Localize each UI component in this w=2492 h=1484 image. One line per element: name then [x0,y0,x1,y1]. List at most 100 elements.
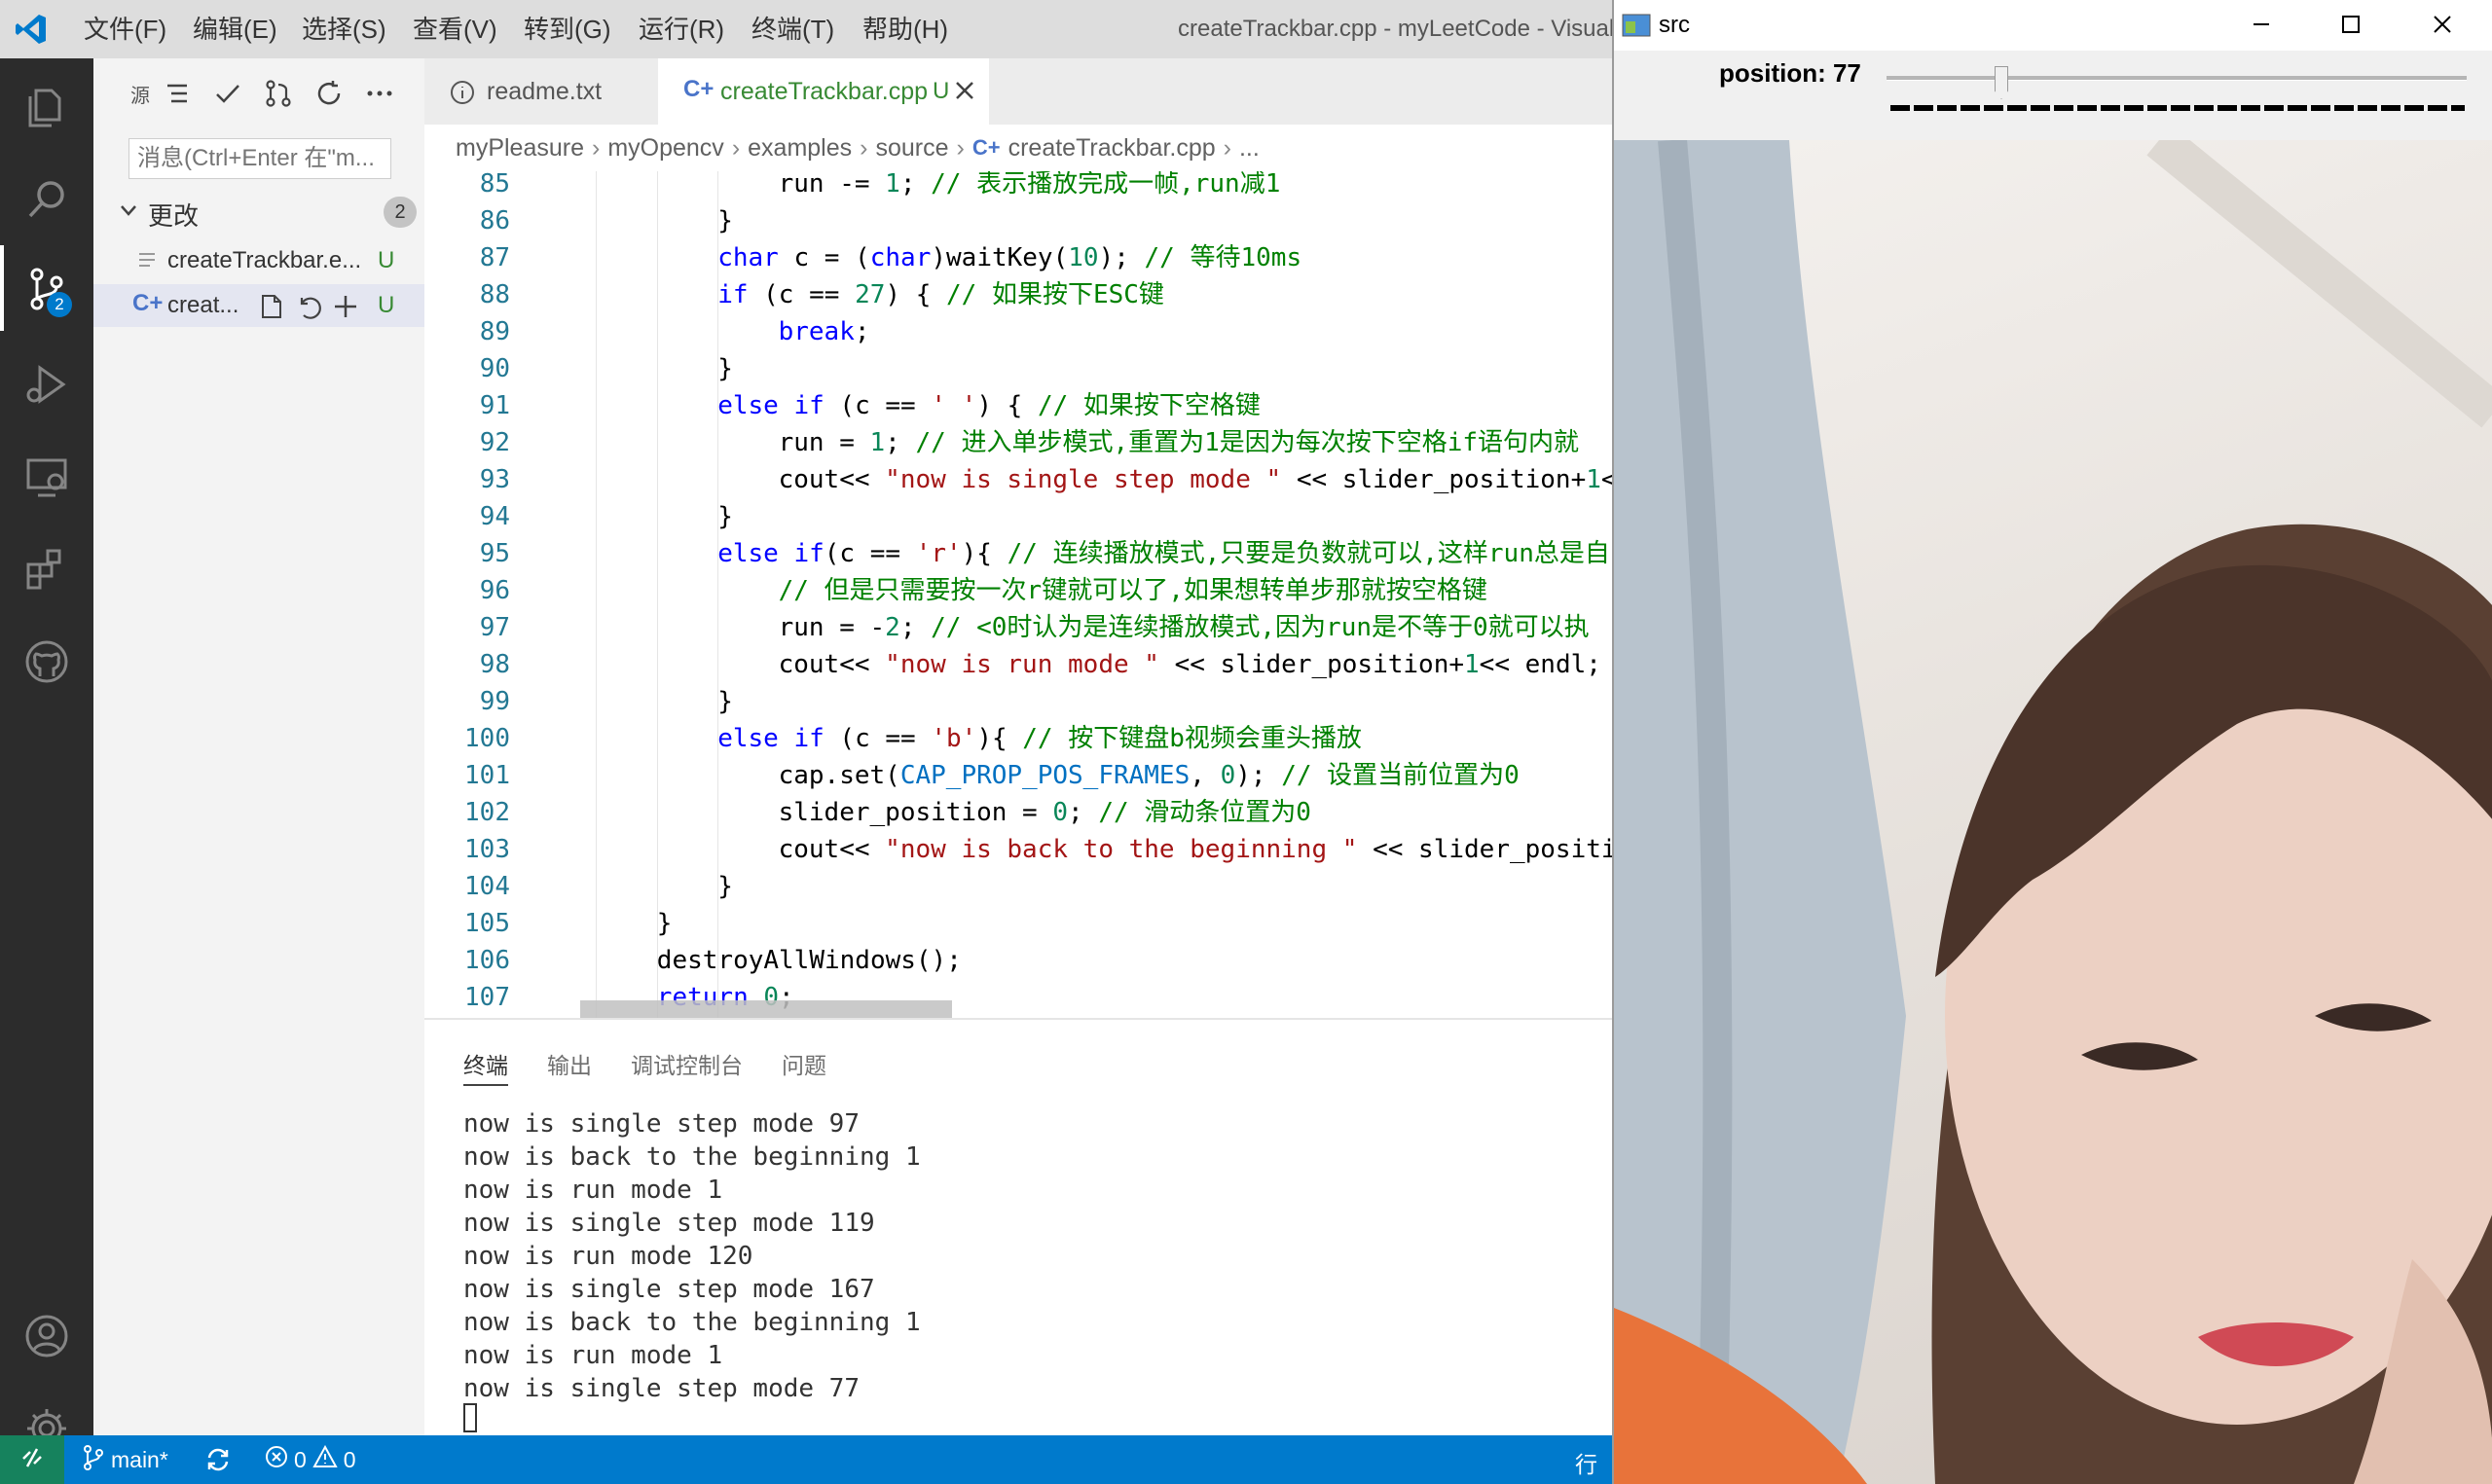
code-token: 'r' [915,539,962,568]
warning-count: 0 [343,1446,356,1472]
code-token: else if [717,391,825,420]
code-line[interactable]: 94} [424,498,1616,535]
code-line[interactable]: 106 destroyAllWindows(); [424,942,1616,979]
menu-item[interactable]: 文件(F) [84,0,166,58]
menu-item[interactable]: 终端(T) [751,0,834,58]
branch-status[interactable]: main* [82,1435,168,1484]
code-line[interactable]: 98 cout<< "now is run mode " << slider_po… [424,646,1616,683]
status-bar: main* 0 0 行 [0,1435,1616,1484]
discard-changes-icon[interactable] [294,292,323,326]
code-line[interactable]: 100 else if (c == 'b'){ // 按下键盘b视频会重头播放 [424,720,1616,757]
close-icon[interactable] [954,80,975,106]
code-line[interactable]: 93 cout<< "now is single step mode " << s… [424,461,1616,498]
code-line[interactable]: 95 else if(c == 'r'){ // 连续播放模式,只要是负数就可以,… [424,535,1616,572]
menu-item[interactable]: 查看(V) [413,0,497,58]
sync-icon[interactable] [204,1446,232,1478]
code-line[interactable]: 88 if (c == 27) { // 如果按下ESC键 [424,276,1616,313]
code-line[interactable]: 89 break; [424,313,1616,350]
code-token: cout<< [778,465,886,494]
changed-file-item[interactable]: createTrackbar.e... U [93,239,424,282]
line-number: 85 [479,171,510,199]
code-line[interactable]: 85 run -= 1; // 表示播放完成一帧,run减1 [424,171,1616,202]
terminal-line: now is run mode 1 [463,1341,723,1370]
commit-message-input[interactable] [128,138,391,179]
code-text: cap.set(CAP_PROP_POS_FRAMES, 0); // 设置当前… [779,757,1520,794]
breadcrumb-item[interactable]: examples [748,134,852,163]
breadcrumb-item[interactable]: source [875,134,948,163]
code-line[interactable]: 103 cout<< "now is back to the beginning … [424,831,1616,868]
accounts-icon[interactable] [0,1297,93,1375]
extensions-icon[interactable] [0,530,93,608]
code-token: // 等待10ms [1144,243,1302,272]
menu-item[interactable]: 帮助(H) [862,0,948,58]
panel-tab[interactable]: 调试控制台 [631,1047,743,1086]
menu-item[interactable]: 运行(R) [639,0,724,58]
code-line[interactable]: 87 char c = (char)waitKey(10); // 等待10ms [424,239,1616,276]
panel-tab[interactable]: 输出 [547,1047,592,1086]
code-token: if [717,280,749,309]
stage-changes-icon[interactable] [331,292,360,326]
tab-readme[interactable]: readme.txt [424,58,659,125]
code-line[interactable]: 104} [424,868,1616,905]
changed-file-item-selected[interactable]: C+ creat... U [93,284,424,327]
tab-createtrackbar[interactable]: C+ createTrackbar.cpp U [658,58,989,125]
code-token: 1 [869,428,886,457]
trackbar-slider[interactable] [1887,66,2467,115]
run-debug-icon[interactable] [0,345,93,423]
code-editor[interactable]: 85 run -= 1; // 表示播放完成一帧,run减1 86} 87 char c… [424,171,1616,1018]
more-actions-icon[interactable] [364,78,395,109]
remote-indicator[interactable] [0,1435,64,1484]
code-text: else if(c == 'r'){ // 连续播放模式,只要是负数就可以,这样… [717,535,1610,572]
view-as-list-icon[interactable] [162,78,193,109]
breadcrumb-item[interactable]: createTrackbar.cpp [1008,134,1216,163]
menu-item[interactable]: 转到(G) [524,0,611,58]
search-icon[interactable] [0,161,93,238]
code-line[interactable]: 99} [424,683,1616,720]
menu-item[interactable]: 选择(S) [302,0,386,58]
source-control-icon[interactable] [0,250,93,328]
minimize-icon[interactable] [2247,10,2276,44]
code-token: ; [899,613,932,642]
code-line[interactable]: 101 cap.set(CAP_PROP_POS_FRAMES, 0); // 设… [424,757,1616,794]
breadcrumb-item[interactable]: myOpencv [607,134,723,163]
close-icon[interactable] [2428,10,2457,44]
breadcrumb-item[interactable]: ... [1239,134,1260,163]
line-number: 107 [464,983,510,1012]
remote-explorer-icon[interactable] [0,438,93,516]
github-icon[interactable] [0,623,93,701]
maximize-icon[interactable] [2336,10,2365,44]
code-token: run = - [778,613,886,642]
code-line[interactable]: 97 run = -2; // <0时认为是连续播放模式,因为run是不等于0就可… [424,609,1616,646]
horizontal-scrollbar[interactable] [580,1000,952,1018]
code-line[interactable]: 102 slider_position = 0; // 滑动条位置为0 [424,794,1616,831]
code-line[interactable]: 105} [424,905,1616,942]
code-token: // 设置当前位置为0 [1281,761,1520,790]
explorer-icon[interactable] [0,68,93,146]
open-file-icon[interactable] [257,292,286,326]
code-line[interactable]: 86} [424,202,1616,239]
code-token: } [717,502,733,531]
refresh-icon[interactable] [313,78,345,109]
line-number: 98 [479,650,510,679]
commit-check-icon[interactable] [212,78,243,109]
menu-item[interactable]: 编辑(E) [193,0,277,58]
panel-tab[interactable]: 终端 [463,1047,508,1086]
code-line[interactable]: 90} [424,350,1616,387]
line-number: 103 [464,835,510,864]
line-number: 104 [464,872,510,901]
cursor-position-status[interactable]: 行 [1575,1446,1597,1479]
untracked-status: U [378,247,395,273]
code-line[interactable]: 91 else if (c == ' ') { // 如果按下空格键 [424,387,1616,424]
code-line[interactable]: 96 // 但是只需要按一次r键就可以了,如果想转单步那就按空格键 [424,572,1616,609]
panel-tab[interactable]: 问题 [782,1047,826,1086]
terminal-output[interactable]: now is single step mode 97 now is back to… [424,1107,1616,1429]
breadcrumb-item[interactable]: myPleasure [456,134,584,163]
code-line[interactable]: 92 run = 1; // 进入单步模式,重置为1是因为每次按下空格if语句内就 [424,424,1616,461]
changes-section-header[interactable]: 更改 2 [113,195,417,231]
line-number: 89 [479,317,510,346]
code-text: else if (c == ' ') { // 如果按下空格键 [717,387,1261,424]
pull-request-icon[interactable] [263,78,294,109]
code-text: if (c == 27) { // 如果按下ESC键 [717,276,1164,313]
problems-status[interactable]: 0 0 [265,1435,356,1484]
trackbar-thumb[interactable] [1995,66,2008,99]
